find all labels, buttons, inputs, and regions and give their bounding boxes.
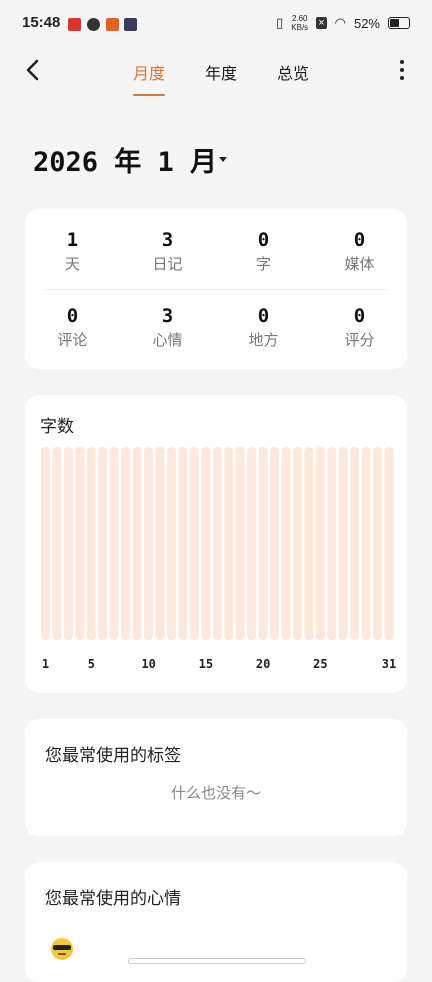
top-tags-title: 您最常使用的标签 [45,746,181,766]
word-count-chart-card: 字数 1 5 10 15 20 25 31 [25,395,407,693]
battery-percent: 52% [353,15,380,31]
period-title[interactable]: 2026 年 1 月 [33,140,217,179]
stat-comments: 0 评论 [25,305,120,350]
chart-bar-day-17 [224,447,234,640]
wifi-icon: ◠ [334,15,346,30]
stat-label: 评分 [344,331,375,349]
chart-bar-day-5 [86,447,96,640]
sync-notification-icon [87,18,100,31]
chart-bar-day-16 [212,447,222,640]
chart-bar-day-23 [292,447,302,640]
stat-label: 天 [64,255,80,273]
chart-bar-day-15 [201,447,211,640]
chart-bar-day-21 [270,447,279,640]
chart-bar-day-27 [338,447,348,640]
chart-bar-day-12 [166,447,176,640]
word-count-chart [41,447,394,640]
chart-bar-day-25 [315,447,325,640]
chart-bar-day-3 [63,447,73,640]
chevron-down-icon[interactable] [219,157,227,162]
tab-monthly[interactable]: 月度 [133,60,165,84]
sim-off-icon: × [316,17,327,29]
vibrate-icon: ▯ [276,15,284,30]
stat-label: 地方 [248,331,279,349]
home-indicator [128,958,306,964]
status-bar: 15:48 ▯ 2.60 KB/s × ◠ 52% [0,0,432,52]
network-speed-unit: KB/s [291,23,309,32]
stat-label: 字 [255,255,271,273]
x-tick-label: 10 [141,657,156,671]
chart-bar-day-20 [258,447,268,640]
top-moods-title: 您最常使用的心情 [45,889,181,909]
video-notification-icon [124,18,137,31]
chart-bar-day-22 [281,447,291,640]
battery-icon [388,17,410,29]
chart-bar-day-7 [109,447,119,640]
chart-bar-day-10 [144,447,154,640]
stat-value: 3 [161,305,174,327]
more-options-icon[interactable] [400,60,406,82]
chart-bar-day-4 [75,447,85,640]
x-tick-label: 20 [255,657,271,671]
chart-bar-day-18 [235,447,245,640]
stat-value: 0 [66,305,79,327]
stat-entries: 3 日记 [120,229,215,274]
top-nav: 月度 年度 总览 [0,52,432,104]
chart-bar-day-19 [247,447,257,640]
stat-value: 0 [353,305,366,327]
stat-value: 3 [161,229,174,251]
tab-overview[interactable]: 总览 [277,60,309,84]
x-tick-label: 25 [313,657,328,671]
divider [43,289,389,290]
tab-yearly[interactable]: 年度 [205,60,237,84]
chart-bar-day-14 [189,447,199,640]
empty-state-text: 什么也没有～ [170,784,261,802]
chart-bar-day-9 [132,447,142,640]
status-time: 15:48 [22,14,61,31]
chart-bar-day-28 [350,447,360,640]
chart-bar-day-2 [52,447,62,640]
stat-label: 日记 [152,255,183,273]
x-tick-label: 1 [41,657,50,671]
chart-bar-day-1 [41,447,50,640]
stat-words: 0字 [216,229,311,274]
network-speed: 2.60 KB/s [291,14,308,32]
top-tags-card: 您最常使用的标签 什么也没有～ [25,719,407,836]
stat-media: 0 媒体 [312,229,407,274]
stats-card: 1天 3 日记 0字 0 媒体 0 评论 3 心情 0 地方 0 评分 [25,209,407,369]
stat-value: 0 [257,305,270,327]
top-moods-card: 您最常使用的心情 [25,862,407,982]
stat-value: 1 [66,229,79,251]
stat-label: 媒体 [344,255,375,273]
shop-notification-icon [106,18,119,31]
sunglasses-emoji-icon [51,938,73,960]
stat-days: 1天 [25,229,120,274]
network-speed-value: 2.60 [291,14,308,23]
chart-bar-day-29 [361,447,371,640]
chart-bar-day-11 [155,447,165,640]
active-tab-indicator [133,94,165,96]
stat-moods: 3 心情 [120,305,215,350]
stat-label: 评论 [57,331,88,349]
chart-bar-day-30 [373,447,383,640]
stat-places: 0 地方 [216,305,311,350]
x-tick-label: 15 [198,657,214,671]
stat-value: 0 [257,229,270,251]
stat-ratings: 0 评分 [312,305,407,350]
chart-bar-day-8 [121,447,131,640]
stat-label: 心情 [152,331,183,349]
x-tick-label: 31 [381,657,397,671]
chart-bar-day-13 [178,447,188,640]
stat-value: 0 [353,229,366,251]
chart-bar-day-6 [98,447,108,640]
x-tick-label: 5 [87,657,95,671]
chart-bar-day-24 [304,447,314,640]
app-notification-icon [68,18,81,31]
chart-bar-day-31 [384,447,394,640]
back-arrow-icon[interactable] [22,58,46,82]
chart-bar-day-26 [327,447,337,640]
